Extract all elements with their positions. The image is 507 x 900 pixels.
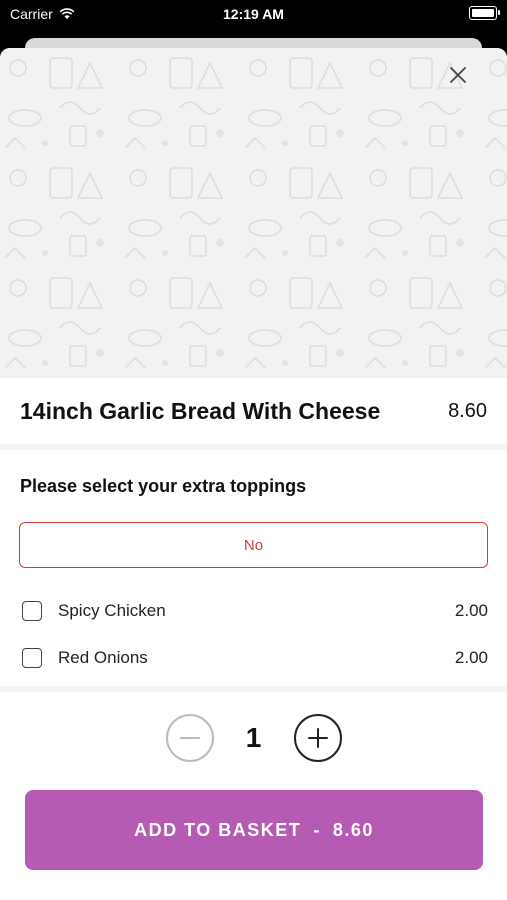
quantity-value: 1 <box>245 722 262 753</box>
topping-name: Spicy Chicken <box>58 601 166 620</box>
item-image-placeholder <box>0 48 507 378</box>
increase-quantity-button[interactable] <box>293 714 342 762</box>
battery-icon <box>469 6 500 20</box>
quantity-stepper: 1 <box>0 714 507 762</box>
minus-icon <box>179 737 200 739</box>
topping-price: 2.00 <box>454 601 488 620</box>
topping-option-button[interactable]: No <box>19 522 488 568</box>
add-to-basket-label: ADD TO BASKET <box>134 819 302 840</box>
close-button[interactable] <box>449 66 479 96</box>
topping-option-label: No <box>243 536 264 554</box>
plus-icon <box>307 728 328 748</box>
topping-row-spicy-chicken[interactable]: Spicy Chicken 2.00 <box>22 596 488 626</box>
item-price: 8.60 <box>448 399 487 422</box>
add-to-basket-price: 8.60 <box>332 819 374 840</box>
topping-checkbox[interactable] <box>22 601 42 621</box>
section-divider <box>0 686 507 692</box>
close-icon <box>450 67 466 83</box>
toppings-section-title: Please select your extra toppings <box>20 476 307 496</box>
topping-price: 2.00 <box>454 648 488 667</box>
item-title-row: 14inch Garlic Bread With Cheese 8.60 <box>0 378 507 450</box>
doodle-pattern <box>0 48 507 378</box>
add-to-basket-button[interactable]: ADD TO BASKET - 8.60 <box>25 790 483 870</box>
decrease-quantity-button[interactable] <box>165 714 214 762</box>
status-time: 12:19 AM <box>223 6 284 22</box>
status-bar: Carrier 12:19 AM <box>0 0 507 30</box>
item-modal: 14inch Garlic Bread With Cheese 8.60 Ple… <box>0 48 507 900</box>
topping-name: Red Onions <box>58 648 148 667</box>
add-to-basket-separator: - <box>313 819 321 840</box>
item-title: 14inch Garlic Bread With Cheese <box>20 397 381 424</box>
topping-checkbox[interactable] <box>22 648 42 668</box>
topping-row-red-onions[interactable]: Red Onions 2.00 <box>22 643 488 673</box>
